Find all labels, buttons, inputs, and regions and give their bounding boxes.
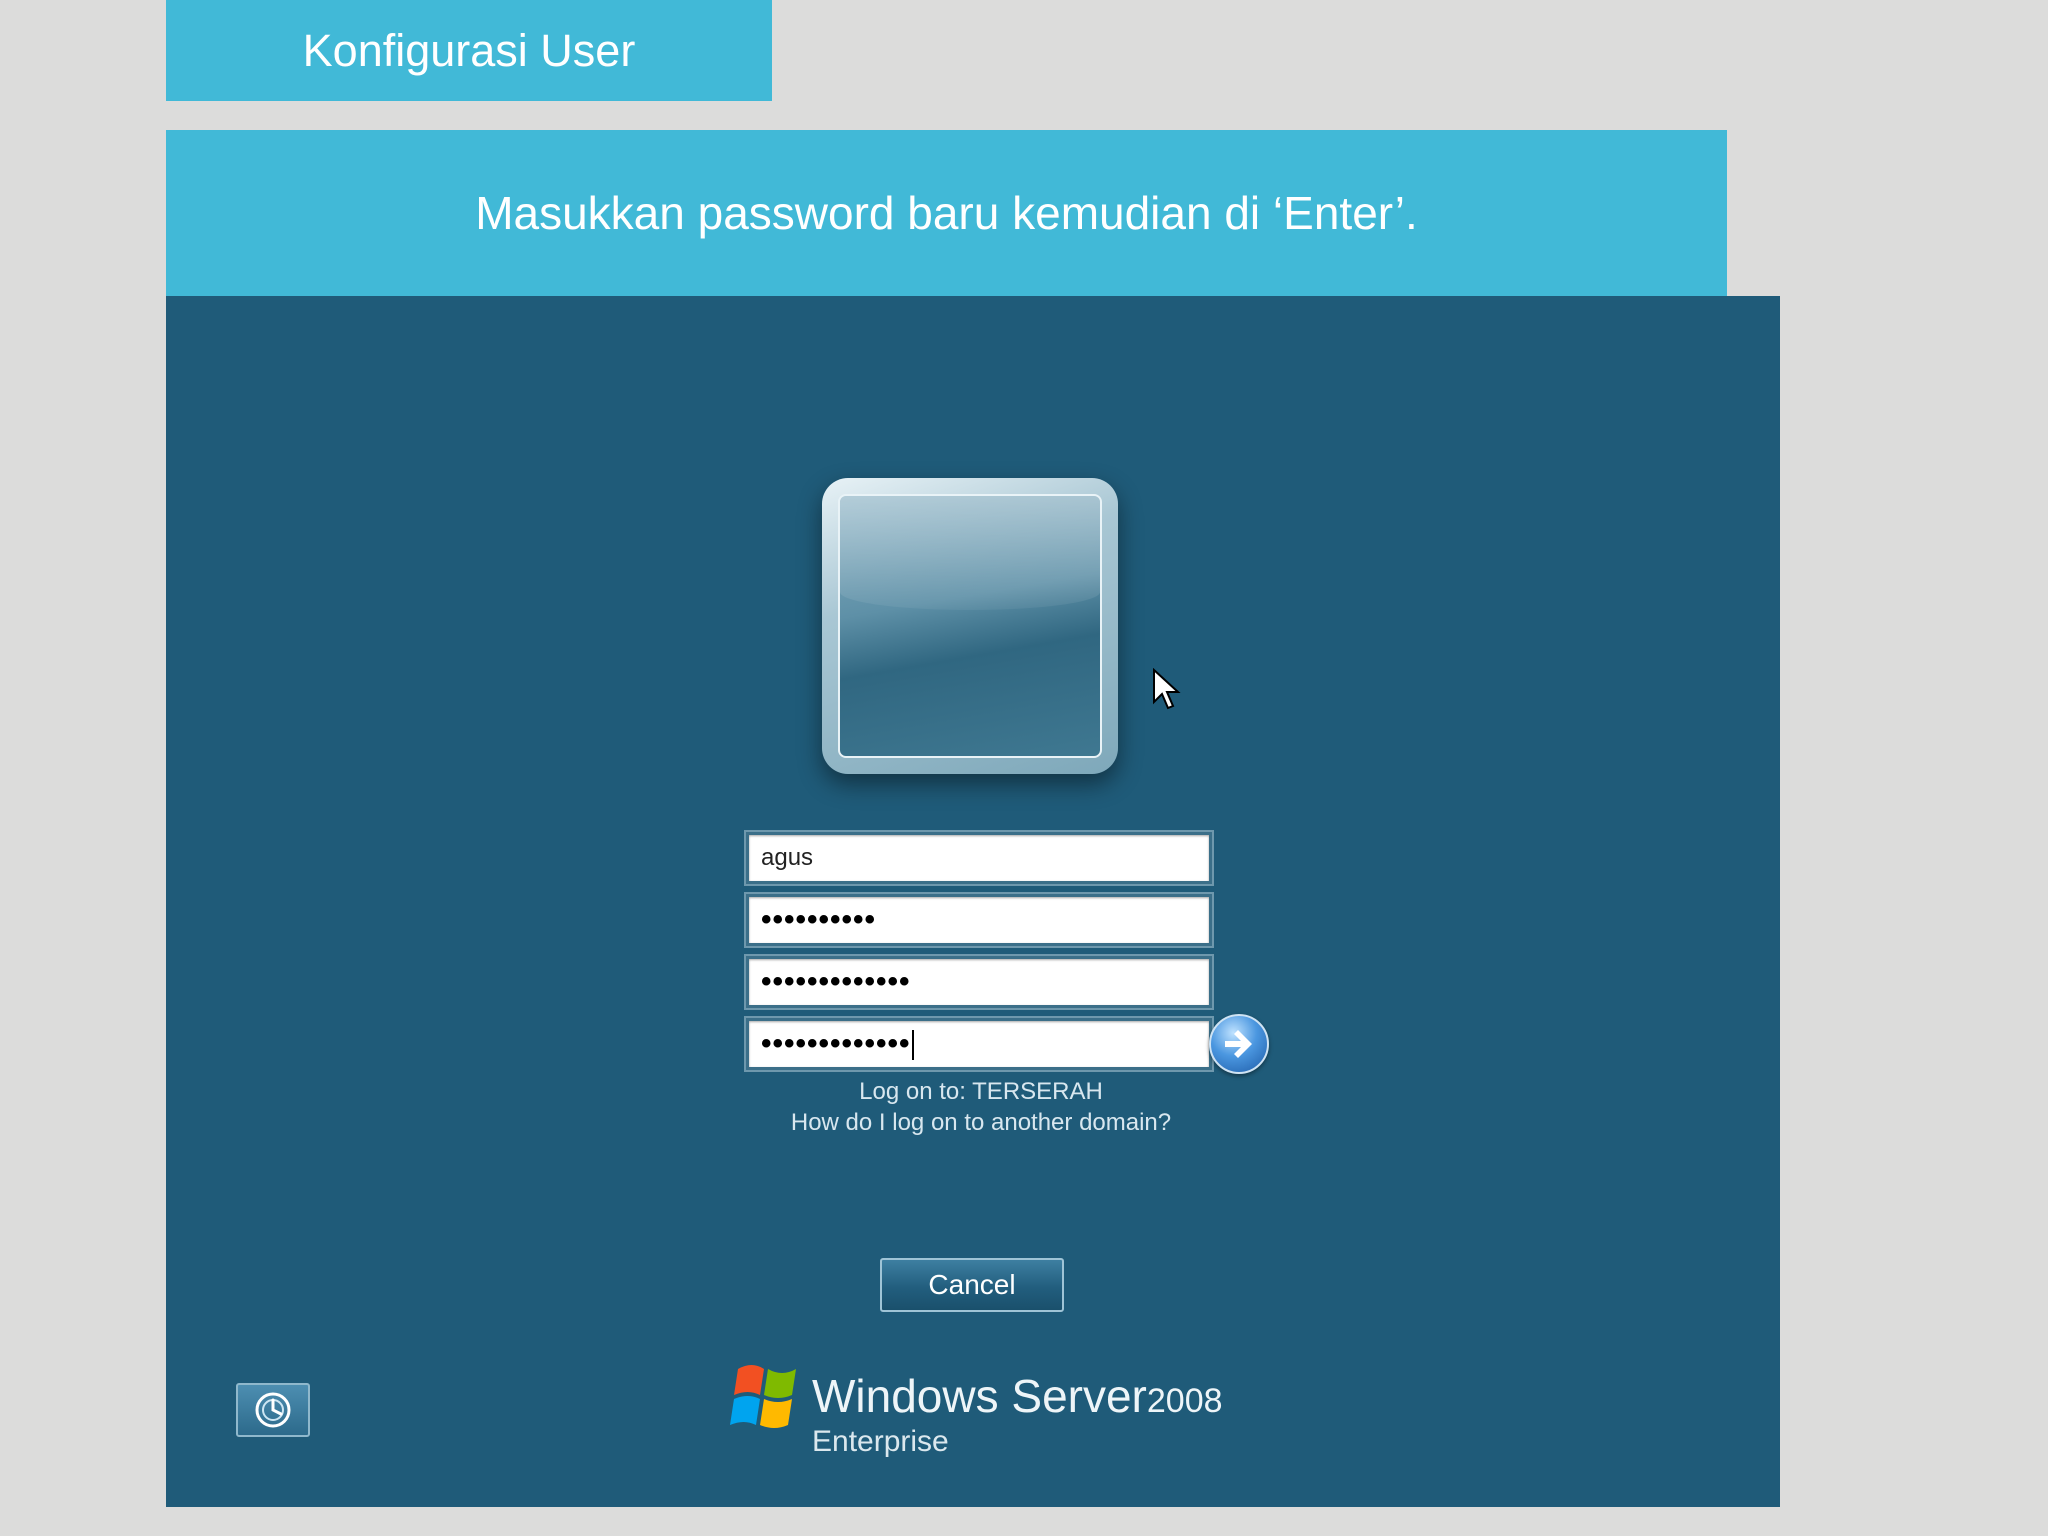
- old-password-field[interactable]: ••••••••••: [746, 894, 1212, 946]
- confirm-password-value: •••••••••••••: [761, 1027, 911, 1060]
- ease-of-access-icon: [255, 1392, 291, 1428]
- user-picture-frame: [838, 494, 1102, 758]
- another-domain-link[interactable]: How do I log on to another domain?: [596, 1109, 1366, 1137]
- slide-title: Konfigurasi User: [166, 0, 772, 101]
- logon-to-text: Log on to: TERSERAH: [859, 1078, 1103, 1105]
- slide-instruction: Masukkan password baru kemudian di ‘Ente…: [166, 130, 1727, 296]
- user-picture-tile: [822, 478, 1118, 774]
- brand-version: 2008: [1146, 1382, 1223, 1420]
- ease-of-access-button[interactable]: [236, 1383, 310, 1437]
- logon-screen: agus •••••••••• ••••••••••••• ••••••••••…: [166, 296, 1780, 1507]
- cancel-button[interactable]: Cancel: [880, 1258, 1064, 1312]
- text-caret: [911, 1030, 914, 1061]
- windows-server-brand: Windows Server2008 Enterprise: [724, 1359, 1244, 1469]
- confirm-password-field[interactable]: •••••••••••••: [746, 1018, 1212, 1070]
- mouse-cursor-icon: [1153, 668, 1181, 710]
- brand-edition: Enterprise: [812, 1425, 949, 1458]
- arrow-right-icon: [1225, 1030, 1252, 1058]
- new-password-field[interactable]: •••••••••••••: [746, 956, 1212, 1008]
- brand-product-line: Windows Server2008: [812, 1369, 1223, 1423]
- submit-arrow-button[interactable]: [1209, 1014, 1269, 1074]
- windows-flag-icon: [730, 1365, 796, 1428]
- brand-product: Windows Server: [812, 1370, 1147, 1422]
- username-field[interactable]: agus: [746, 832, 1212, 884]
